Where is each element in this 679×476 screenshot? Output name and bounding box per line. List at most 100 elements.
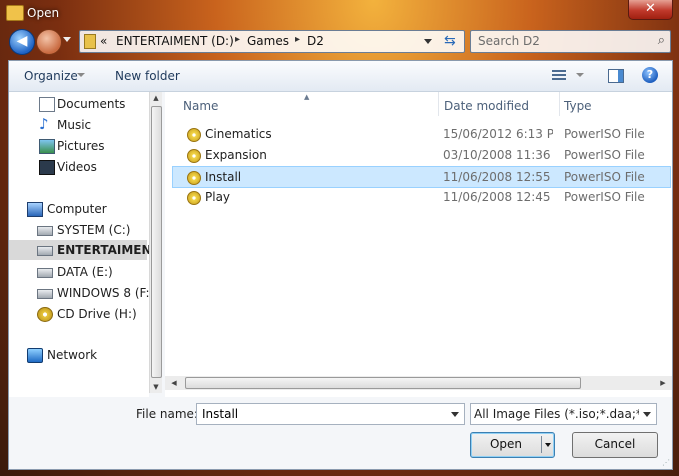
views-icon[interactable] bbox=[552, 70, 566, 81]
scroll-left-icon[interactable]: ◀ bbox=[168, 377, 180, 389]
file-type: PowerISO File bbox=[564, 190, 645, 204]
nav-item-label: Documents bbox=[57, 97, 126, 111]
open-button[interactable]: Open bbox=[470, 432, 555, 458]
nav-item-label: Videos bbox=[57, 160, 97, 174]
drive-icon bbox=[37, 226, 53, 236]
file-row-selected[interactable]: Install 11/06/2008 12:55 ... PowerISO Fi… bbox=[172, 166, 671, 188]
drive-icon bbox=[37, 246, 53, 256]
scroll-right-icon[interactable]: ▶ bbox=[657, 377, 669, 389]
breadcrumb-separator[interactable]: ▸ bbox=[295, 34, 300, 45]
network-icon bbox=[27, 348, 43, 363]
file-list-horizontal-scrollbar[interactable]: ◀ ▶ bbox=[165, 376, 672, 390]
file-name: Play bbox=[205, 190, 231, 204]
nav-item-music[interactable]: ♪ Music bbox=[9, 115, 147, 135]
nav-item-pictures[interactable]: Pictures bbox=[9, 136, 147, 156]
folder-icon bbox=[84, 34, 96, 49]
videos-icon bbox=[39, 160, 55, 175]
chevron-down-icon[interactable] bbox=[77, 73, 85, 77]
close-button[interactable]: ✕ bbox=[628, 0, 673, 20]
address-bar[interactable]: « ENTERTAIMENT (D:) ▸ Games ▸ D2 ⇆ bbox=[79, 30, 465, 53]
help-icon[interactable]: ? bbox=[642, 67, 658, 83]
nav-item-label: Music bbox=[57, 118, 92, 132]
column-header-type[interactable]: Type bbox=[564, 99, 592, 113]
sort-ascending-icon: ▲ bbox=[304, 93, 310, 101]
address-overflow[interactable]: « bbox=[100, 34, 107, 48]
recent-locations-dropdown[interactable] bbox=[63, 37, 71, 42]
split-divider bbox=[541, 436, 542, 453]
scroll-up-icon[interactable]: ▲ bbox=[150, 92, 162, 104]
open-options-dropdown[interactable] bbox=[545, 443, 551, 447]
nav-item-label: Network bbox=[47, 348, 98, 362]
file-row[interactable]: Play 11/06/2008 12:45 ... PowerISO File bbox=[173, 187, 670, 207]
navigation-pane: Documents ♪ Music Pictures Videos Comput… bbox=[9, 92, 160, 397]
organize-button[interactable]: Organize bbox=[24, 69, 78, 83]
nav-item-documents[interactable]: Documents bbox=[9, 94, 147, 114]
chevron-down-icon[interactable] bbox=[424, 39, 432, 44]
breadcrumb-separator[interactable]: ▸ bbox=[235, 34, 240, 45]
scroll-thumb[interactable] bbox=[151, 106, 162, 378]
breadcrumb-games[interactable]: Games bbox=[247, 34, 289, 48]
nav-item-entertaiment[interactable]: ENTERTAIMENT bbox=[9, 240, 160, 260]
navigation-bar: ◀ « ENTERTAIMENT (D:) ▸ Games ▸ D2 ⇆ Sea… bbox=[0, 26, 679, 56]
scroll-down-icon[interactable]: ▼ bbox=[150, 381, 162, 393]
nav-item-data-e[interactable]: DATA (E:) bbox=[9, 262, 147, 282]
nav-item-label: Pictures bbox=[57, 139, 105, 153]
drive-icon bbox=[37, 289, 53, 299]
nav-item-windows8-f[interactable]: WINDOWS 8 (F:) bbox=[9, 283, 154, 303]
pictures-icon bbox=[39, 139, 55, 154]
nav-item-network[interactable]: Network bbox=[9, 345, 147, 365]
chevron-down-icon[interactable] bbox=[451, 412, 459, 417]
resize-grip-icon[interactable]: ⋰ bbox=[662, 458, 670, 467]
nav-item-cd-drive-h[interactable]: CD Drive (H:) bbox=[9, 304, 147, 324]
nav-item-label: SYSTEM (C:) bbox=[57, 223, 131, 237]
search-icon[interactable]: ⌕ bbox=[658, 33, 665, 48]
file-date: 11/06/2008 12:55 ... bbox=[443, 170, 553, 184]
search-placeholder: Search D2 bbox=[478, 34, 540, 48]
scroll-thumb[interactable] bbox=[185, 377, 581, 389]
file-list: ▲ Name Date modified Type Cinematics 15/… bbox=[165, 92, 672, 397]
dialog-body: Organize New folder ? Documents ♪ Music … bbox=[8, 60, 673, 470]
column-divider[interactable] bbox=[438, 92, 439, 116]
documents-icon bbox=[39, 97, 55, 112]
chevron-down-icon[interactable] bbox=[643, 412, 651, 417]
nav-item-system-c[interactable]: SYSTEM (C:) bbox=[9, 220, 147, 240]
file-name-combobox[interactable] bbox=[196, 403, 465, 425]
nav-item-computer[interactable]: Computer bbox=[9, 199, 147, 219]
nav-item-videos[interactable]: Videos bbox=[9, 157, 147, 177]
column-divider[interactable] bbox=[559, 92, 560, 116]
file-row[interactable]: Expansion 03/10/2008 11:36 ... PowerISO … bbox=[173, 145, 670, 165]
iso-file-icon bbox=[187, 128, 201, 142]
breadcrumb-d2[interactable]: D2 bbox=[307, 34, 324, 48]
breadcrumb-drive[interactable]: ENTERTAIMENT (D:) bbox=[116, 34, 234, 48]
open-button-label: Open bbox=[489, 437, 523, 451]
nav-item-label: Computer bbox=[47, 202, 107, 216]
open-dialog: Open ✕ ◀ « ENTERTAIMENT (D:) ▸ Games ▸ D… bbox=[0, 0, 679, 476]
file-type: PowerISO File bbox=[564, 127, 645, 141]
drive-icon bbox=[37, 268, 53, 278]
file-name-label: File name: bbox=[136, 407, 198, 421]
search-box[interactable]: Search D2 ⌕ bbox=[470, 30, 671, 53]
refresh-icon[interactable]: ⇆ bbox=[444, 33, 456, 49]
cd-drive-icon bbox=[37, 307, 53, 322]
title-bar[interactable]: Open ✕ bbox=[0, 0, 679, 26]
nav-pane-scrollbar[interactable]: ▲ ▼ bbox=[149, 92, 162, 393]
preview-pane-icon[interactable] bbox=[608, 69, 624, 83]
column-header-date-modified[interactable]: Date modified bbox=[444, 99, 529, 113]
iso-file-icon bbox=[187, 171, 201, 185]
file-row[interactable]: Cinematics 15/06/2012 6:13 PM PowerISO F… bbox=[173, 124, 670, 144]
column-header-name[interactable]: Name bbox=[183, 99, 218, 113]
file-name-input[interactable] bbox=[200, 406, 444, 422]
back-button[interactable]: ◀ bbox=[9, 29, 35, 55]
file-name: Cinematics bbox=[205, 127, 272, 141]
file-type-filter[interactable]: All Image Files (*.iso;*.daa;*.bin bbox=[470, 403, 657, 425]
folder-icon bbox=[6, 5, 24, 21]
file-name: Expansion bbox=[205, 148, 267, 162]
window-title: Open bbox=[27, 6, 60, 20]
iso-file-icon bbox=[187, 149, 201, 163]
chevron-down-icon[interactable] bbox=[576, 73, 584, 77]
file-date: 11/06/2008 12:45 ... bbox=[443, 190, 553, 204]
cancel-button[interactable]: Cancel bbox=[572, 432, 658, 458]
music-icon: ♪ bbox=[39, 115, 49, 133]
new-folder-button[interactable]: New folder bbox=[115, 69, 180, 83]
forward-button[interactable] bbox=[36, 29, 62, 55]
